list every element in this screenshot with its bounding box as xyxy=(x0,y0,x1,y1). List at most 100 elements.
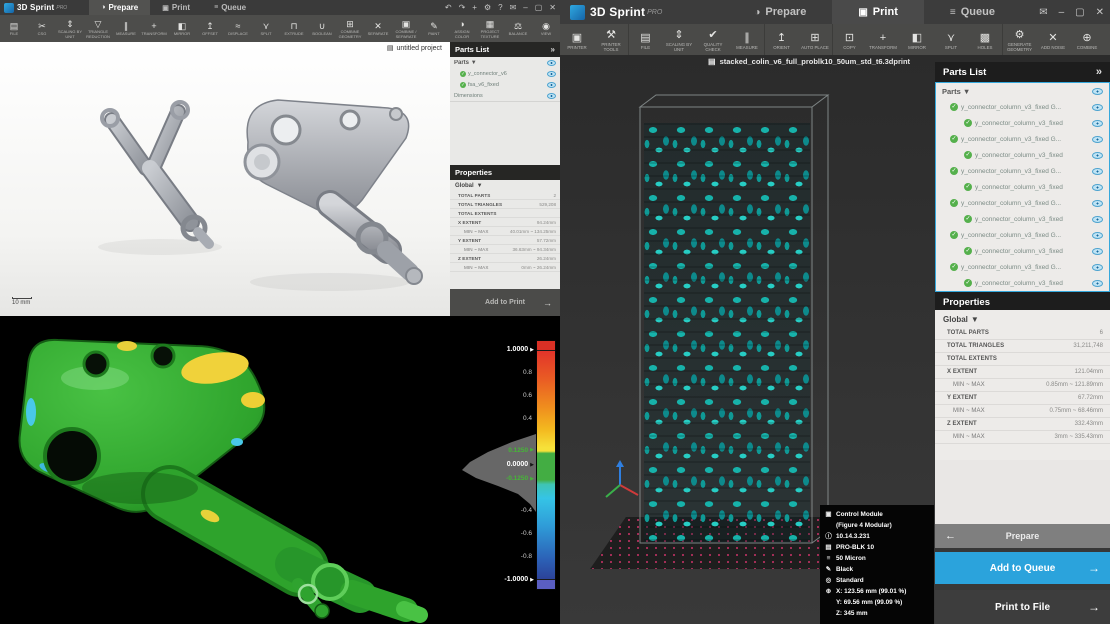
part-row[interactable]: ✓ y_connector_column_v3_fixed G... xyxy=(936,259,1109,275)
app-tab[interactable]: ◑ Prepare xyxy=(728,0,832,24)
visibility-eye-icon[interactable] xyxy=(1092,120,1103,127)
visibility-eye-icon[interactable] xyxy=(1092,88,1103,95)
part-row[interactable]: ✓ y_connector_column_v3_fixed G... xyxy=(936,227,1109,243)
window-control-icon[interactable]: ✕ xyxy=(1096,7,1104,18)
toolbar-button[interactable]: ▦ Project Texture xyxy=(476,15,504,42)
part-row[interactable]: ✓ y_connector_column_v3_fixed G... xyxy=(936,131,1109,147)
toolbar-button[interactable]: ✕ Separate xyxy=(364,15,392,42)
toolbar-button[interactable]: ≈ Displace xyxy=(224,15,252,42)
toolbar-button[interactable]: ✕ Add Noise xyxy=(1036,24,1070,55)
toolbar-button[interactable]: ✔ Quality Check xyxy=(696,24,730,55)
visibility-eye-icon[interactable] xyxy=(1092,248,1103,255)
expand-panel-icon[interactable]: » xyxy=(1096,66,1102,78)
window-control-icon[interactable]: ▢ xyxy=(535,0,543,15)
window-control-icon[interactable]: + xyxy=(472,0,477,15)
add-to-print-button[interactable]: Add to Print → xyxy=(450,289,560,316)
window-control-icon[interactable]: ↶ xyxy=(445,0,452,15)
visibility-eye-icon[interactable] xyxy=(1092,280,1103,287)
window-control-icon[interactable]: – xyxy=(1059,7,1065,18)
window-control-icon[interactable]: ✕ xyxy=(549,0,556,15)
analysis-viewport[interactable]: 1.0000 ▶ 0.8 0.6 0.4 xyxy=(0,316,560,624)
visibility-eye-icon[interactable] xyxy=(1092,216,1103,223)
part-row[interactable]: ✓ y_connector_column_v3_fixed G... xyxy=(936,163,1109,179)
part-row[interactable]: ✓ y_connector_column_v3_fixed G... xyxy=(936,99,1109,115)
visibility-eye-icon[interactable] xyxy=(547,82,556,88)
toolbar-button-icon: ✕ xyxy=(374,21,382,31)
window-control-icon[interactable]: ? xyxy=(498,0,502,15)
part-row[interactable]: ✓ y_connector_column_v3_fixed xyxy=(936,147,1109,163)
window-control-icon[interactable]: ▢ xyxy=(1075,7,1084,18)
toolbar-button[interactable]: ⇕ Scaling by Unit xyxy=(56,15,84,42)
toolbar-button[interactable]: ▩ Holes xyxy=(968,24,1002,55)
toolbar-button[interactable]: + Transform xyxy=(140,15,168,42)
dimensions-row[interactable]: Dimensions xyxy=(450,90,560,101)
visibility-eye-icon[interactable] xyxy=(547,60,556,66)
properties-scope[interactable]: Global ▼ xyxy=(450,180,560,191)
visibility-eye-icon[interactable] xyxy=(1092,136,1103,143)
toolbar-button[interactable]: ∪ Boolean xyxy=(308,15,336,42)
app-tab[interactable]: ≡ Queue xyxy=(924,0,1021,24)
window-control-icon[interactable]: ✉ xyxy=(1039,7,1047,18)
window-control-icon[interactable]: – xyxy=(523,0,527,15)
visibility-eye-icon[interactable] xyxy=(1092,184,1103,191)
print-to-file-button[interactable]: Print to File → xyxy=(935,590,1110,624)
app-tab[interactable]: ▣ Print xyxy=(150,0,202,15)
part-row[interactable]: ✓ y_connector_column_v3_fixed xyxy=(936,115,1109,131)
toolbar-button[interactable]: ∥ Measure xyxy=(730,24,764,55)
app-tab[interactable]: ≡ Queue xyxy=(202,0,258,15)
visibility-eye-icon[interactable] xyxy=(547,93,556,99)
toolbar-button[interactable]: ◧ Mirror xyxy=(168,15,196,42)
expand-panel-icon[interactable]: » xyxy=(551,45,555,54)
toolbar-button[interactable]: ⊞ Combine Geometry xyxy=(336,15,364,42)
visibility-eye-icon[interactable] xyxy=(1092,152,1103,159)
window-control-icon[interactable]: ↷ xyxy=(459,0,466,15)
part-row[interactable]: ✓ y_connector_column_v3_fixed xyxy=(936,179,1109,195)
window-control-icon[interactable]: ✉ xyxy=(510,0,517,15)
prepare-back-button[interactable]: ← Prepare xyxy=(935,524,1110,548)
app-tab[interactable]: ▣ Print xyxy=(832,0,924,24)
visibility-eye-icon[interactable] xyxy=(547,71,556,77)
toolbar-button[interactable]: ◉ View xyxy=(532,15,560,42)
toolbar-button[interactable]: ⋎ Split xyxy=(252,15,280,42)
part-row[interactable]: ✓ y_connector_v6 xyxy=(450,68,560,79)
toolbar-button[interactable]: ⊞ Auto Place xyxy=(798,24,832,55)
toolbar-button[interactable]: ▣ Combine / Separate xyxy=(392,15,420,42)
parts-group-row[interactable]: Parts ▼ xyxy=(936,83,1109,99)
toolbar-button[interactable]: ↥ Orient xyxy=(764,24,798,55)
part-row[interactable]: ✓ y_connector_column_v3_fixed G... xyxy=(936,195,1109,211)
visibility-eye-icon[interactable] xyxy=(1092,264,1103,271)
toolbar-button[interactable]: ⊡ Copy xyxy=(832,24,866,55)
toolbar-button[interactable]: ⚙ Generate Geometry xyxy=(1002,24,1036,55)
visibility-eye-icon[interactable] xyxy=(1092,168,1103,175)
toolbar-button[interactable]: ⚖ Balance xyxy=(504,15,532,42)
toolbar-button[interactable]: ▽ Triangle Reduction xyxy=(84,15,112,42)
prepare-viewport[interactable]: ▤ untitled project xyxy=(0,42,450,316)
toolbar-button[interactable]: + Transform xyxy=(866,24,900,55)
toolbar-button[interactable]: ✂ CSG xyxy=(28,15,56,42)
toolbar-button[interactable]: ⊓ Extrude xyxy=(280,15,308,42)
toolbar-button[interactable]: ⇕ Scaling by Unit xyxy=(662,24,696,55)
toolbar-button[interactable]: ▤ File xyxy=(628,24,662,55)
part-row[interactable]: ✓ y_connector_column_v3_fixed xyxy=(936,275,1109,291)
toolbar-button[interactable]: ↥ Offset xyxy=(196,15,224,42)
toolbar-button[interactable]: ⊕ Combine xyxy=(1070,24,1104,55)
visibility-eye-icon[interactable] xyxy=(1092,200,1103,207)
part-row[interactable]: ✓ y_connector_column_v3_fixed xyxy=(936,243,1109,259)
add-to-queue-button[interactable]: Add to Queue → xyxy=(935,552,1110,584)
toolbar-button[interactable]: ✎ Paint xyxy=(420,15,448,42)
visibility-eye-icon[interactable] xyxy=(1092,104,1103,111)
toolbar-button[interactable]: ◧ Mirror xyxy=(900,24,934,55)
toolbar-button[interactable]: ⋎ Split xyxy=(934,24,968,55)
toolbar-button[interactable]: ⚒ Printer Tools xyxy=(594,24,628,55)
visibility-eye-icon[interactable] xyxy=(1092,232,1103,239)
toolbar-button[interactable]: ◑ Assign Color xyxy=(448,15,476,42)
part-row[interactable]: ✓ fsa_v6_fixed xyxy=(450,79,560,90)
app-tab[interactable]: ◑ Prepare xyxy=(89,0,150,15)
toolbar-button[interactable]: ▤ File xyxy=(0,15,28,42)
toolbar-button[interactable]: ▣ Printer xyxy=(560,24,594,55)
toolbar-button[interactable]: ∥ Measure xyxy=(112,15,140,42)
parts-group-row[interactable]: Parts ▼ xyxy=(450,57,560,68)
window-control-icon[interactable]: ⚙ xyxy=(484,0,491,15)
properties-scope[interactable]: Global ▼ xyxy=(935,310,1110,327)
part-row[interactable]: ✓ y_connector_column_v3_fixed xyxy=(936,211,1109,227)
